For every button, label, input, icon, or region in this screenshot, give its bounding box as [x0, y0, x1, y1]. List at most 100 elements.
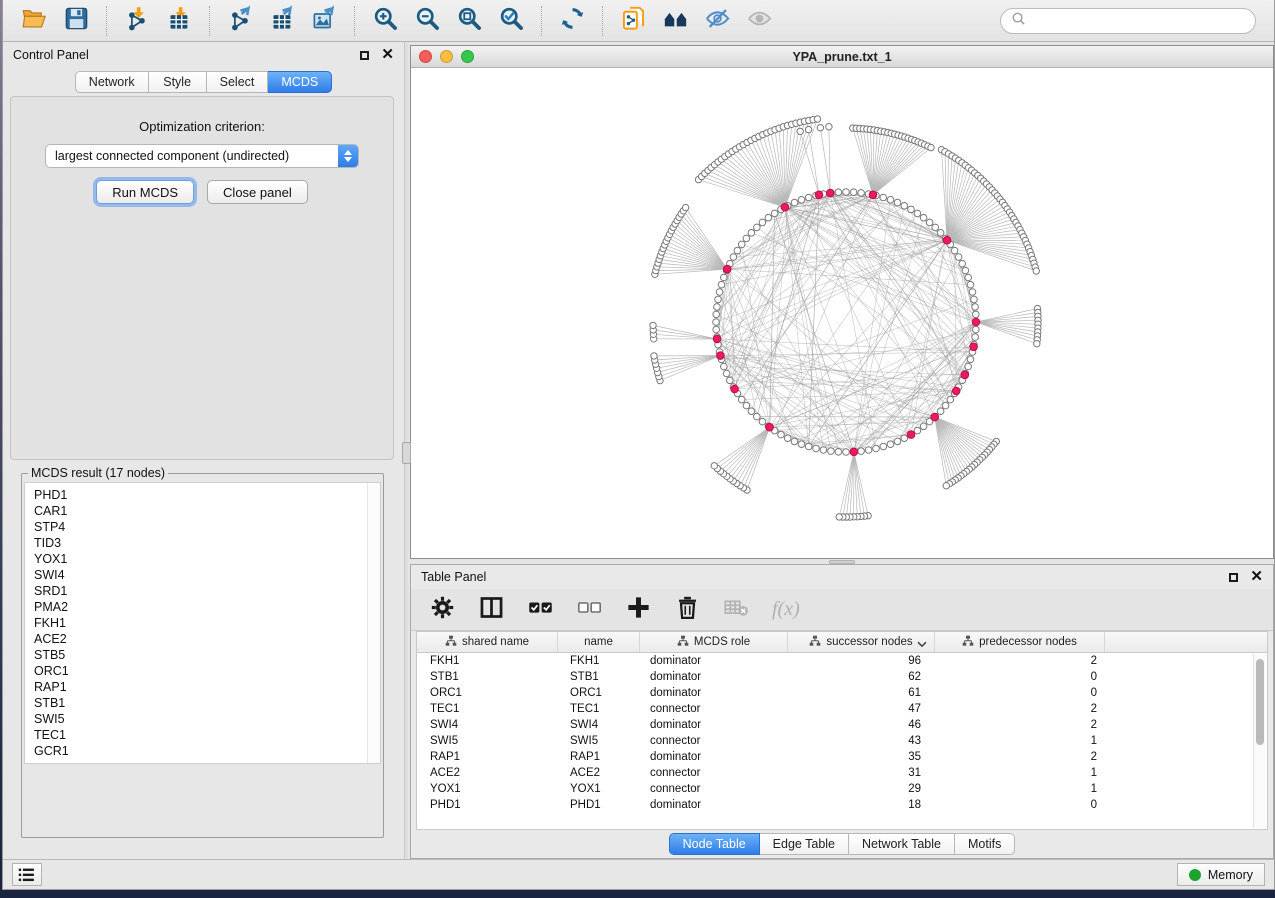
memory-button[interactable]: Memory [1177, 863, 1265, 886]
hide-selected-button[interactable] [698, 4, 736, 38]
mcds-node-item[interactable]: YOX1 [34, 551, 371, 567]
tab-mcds[interactable]: MCDS [268, 71, 332, 93]
open-file-button[interactable] [15, 4, 53, 38]
tab-motifs[interactable]: Motifs [955, 833, 1015, 855]
network-window-titlebar[interactable]: YPA_prune.txt_1 [411, 46, 1273, 68]
settings-button[interactable] [429, 594, 456, 626]
function-builder-button[interactable]: f(x) [772, 598, 800, 621]
mcds-node-item[interactable]: ORC1 [34, 663, 371, 679]
mcds-node-item[interactable]: CAR1 [34, 503, 371, 519]
add-button[interactable] [625, 594, 652, 626]
delete-table-button[interactable] [723, 594, 750, 626]
tab-select[interactable]: Select [207, 71, 269, 93]
table-scrollbar-thumb[interactable] [1256, 659, 1264, 745]
select-stepper-icon[interactable] [338, 145, 358, 167]
import-table-button[interactable] [160, 4, 198, 38]
mcds-node-item[interactable]: STB5 [34, 647, 371, 663]
column-header-MCDS-role[interactable]: MCDS role [640, 632, 788, 652]
mcds-node-item[interactable]: PMA2 [34, 599, 371, 615]
search-box[interactable] [1000, 8, 1256, 34]
toolbar-separator [106, 6, 107, 36]
float-panel-icon[interactable] [360, 51, 369, 60]
column-header-shared-name[interactable]: shared name [417, 632, 558, 652]
column-header-name[interactable]: name [558, 632, 640, 652]
column-header-successor-nodes[interactable]: successor nodes [788, 632, 935, 652]
table-row[interactable]: PHD1PHD1dominator180 [417, 797, 1267, 813]
export-table-button[interactable] [263, 4, 301, 38]
optimization-criterion-select[interactable]: largest connected component (undirected) [45, 144, 359, 168]
mcds-node-item[interactable]: SRD1 [34, 583, 371, 599]
network-canvas[interactable] [411, 68, 1273, 558]
tab-node-table[interactable]: Node Table [669, 833, 760, 855]
table-row[interactable]: FKH1FKH1dominator962 [417, 653, 1267, 669]
column-header-predecessor-nodes[interactable]: predecessor nodes [935, 632, 1105, 652]
chevron-down-icon[interactable] [917, 639, 927, 651]
mcds-node-item[interactable]: GCR1 [34, 743, 371, 759]
tab-edge-table[interactable]: Edge Table [760, 833, 849, 855]
float-table-panel-icon[interactable] [1229, 573, 1238, 582]
table-row[interactable]: SWI4SWI4dominator462 [417, 717, 1267, 733]
mcds-node-item[interactable]: STP4 [34, 519, 371, 535]
export-network-button[interactable] [221, 4, 259, 38]
search-input[interactable] [1032, 14, 1245, 28]
save-session-button[interactable] [57, 4, 95, 38]
hide-selected-icon [704, 5, 731, 37]
table-row[interactable]: STB1STB1dominator620 [417, 669, 1267, 685]
close-panel-button[interactable]: Close panel [207, 180, 308, 204]
mcds-node-item[interactable]: SWI4 [34, 567, 371, 583]
task-history-button[interactable] [12, 863, 42, 886]
export-image-button[interactable] [305, 4, 343, 38]
main-toolbar [3, 0, 1274, 42]
minimize-window-icon[interactable] [440, 50, 453, 63]
delete-button[interactable] [674, 594, 701, 626]
select-all-button[interactable] [527, 594, 554, 626]
mcds-node-item[interactable]: TEC1 [34, 727, 371, 743]
columns-button[interactable] [478, 594, 505, 626]
table-row[interactable]: ACE2ACE2connector311 [417, 765, 1267, 781]
import-network-button[interactable] [118, 4, 156, 38]
show-all-button[interactable] [740, 4, 778, 38]
clone-network-button[interactable] [614, 4, 652, 38]
table-toolbar: f(x) [411, 589, 1273, 631]
mcds-node-item[interactable]: STB1 [34, 695, 371, 711]
network-graph[interactable] [411, 68, 1273, 558]
mcds-result-list[interactable]: PHD1CAR1STP4TID3YOX1SWI4SRD1PMA2FKH1ACE2… [24, 482, 381, 764]
zoom-in-button[interactable] [366, 4, 404, 38]
column-label: MCDS role [694, 636, 750, 648]
cell: SWI4 [558, 719, 640, 731]
mcds-node-item[interactable]: RAP1 [34, 679, 371, 695]
close-window-icon[interactable] [419, 50, 432, 63]
cell: 61 [788, 687, 935, 699]
mcds-list-scrollbar[interactable] [367, 483, 380, 763]
first-neighbors-button[interactable] [656, 4, 694, 38]
mcds-node-item[interactable]: FKH1 [34, 615, 371, 631]
mcds-node-item[interactable]: ACE2 [34, 631, 371, 647]
table-row[interactable]: RAP1RAP1dominator352 [417, 749, 1267, 765]
table-row[interactable]: SWI5SWI5connector431 [417, 733, 1267, 749]
graph-leaf-nodes[interactable] [650, 116, 1041, 520]
close-panel-icon[interactable]: ✕ [381, 49, 394, 61]
zoom-out-button[interactable] [408, 4, 446, 38]
tab-network-table[interactable]: Network Table [849, 833, 955, 855]
zoom-fit-button[interactable] [450, 4, 488, 38]
mcds-node-item[interactable]: SWI5 [34, 711, 371, 727]
zoom-selected-button[interactable] [492, 4, 530, 38]
maximize-window-icon[interactable] [461, 50, 474, 63]
tab-style[interactable]: Style [149, 71, 207, 93]
run-mcds-button[interactable]: Run MCDS [96, 180, 194, 204]
tab-network[interactable]: Network [75, 71, 149, 93]
table-scrollbar[interactable] [1253, 654, 1266, 828]
deselect-all-button[interactable] [576, 594, 603, 626]
table-row[interactable]: YOX1YOX1connector291 [417, 781, 1267, 797]
splitter-handle[interactable] [402, 442, 411, 464]
mcds-node-item[interactable]: TID3 [34, 535, 371, 551]
cell: SWI5 [558, 735, 640, 747]
refresh-button[interactable] [553, 4, 591, 38]
mcds-node-item[interactable]: PHD1 [34, 487, 371, 503]
table-row[interactable]: ORC1ORC1dominator610 [417, 685, 1267, 701]
vertical-splitter[interactable] [404, 42, 408, 859]
table-row[interactable]: TEC1TEC1connector472 [417, 701, 1267, 717]
close-table-panel-icon[interactable]: ✕ [1250, 571, 1263, 583]
horizontal-splitter[interactable] [410, 559, 1274, 564]
splitter-dot[interactable] [829, 560, 855, 564]
